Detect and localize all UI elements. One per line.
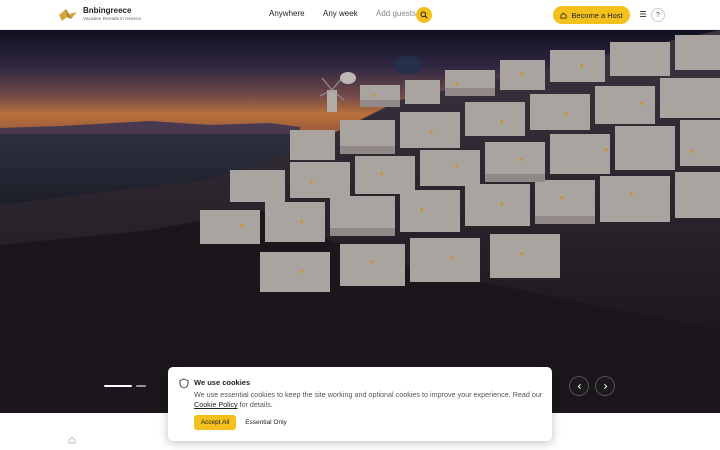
search-icon — [420, 11, 428, 19]
carousel-dot[interactable] — [136, 385, 146, 387]
accept-all-button[interactable]: Accept All — [194, 415, 236, 430]
chevron-right-icon — [603, 383, 607, 389]
menu-icon[interactable] — [639, 10, 647, 18]
cookie-message: We use essential cookies to keep the sit… — [194, 390, 544, 410]
carousel-prev-button[interactable] — [569, 376, 589, 396]
chevron-left-icon — [577, 383, 581, 389]
date-filter[interactable]: Any week — [323, 9, 358, 18]
site-header: Bnbingreece Vacation Rentals in Greece A… — [0, 0, 720, 30]
brand-name[interactable]: Bnbingreece — [83, 6, 131, 15]
santorini-scene — [0, 30, 720, 413]
shield-icon — [179, 378, 189, 389]
hero-image — [0, 30, 720, 413]
cookie-policy-link[interactable]: Cookie Policy — [194, 400, 238, 409]
cookie-text-after: for details. — [237, 400, 273, 409]
carousel-dot-active[interactable] — [104, 385, 132, 387]
location-filter[interactable]: Anywhere — [269, 9, 305, 18]
home-icon — [68, 436, 76, 444]
help-button[interactable]: ? — [651, 8, 665, 22]
home-icon — [560, 12, 567, 19]
cookie-banner: We use cookies We use essential cookies … — [168, 367, 552, 441]
brand-tagline: Vacation Rentals in Greece — [83, 17, 142, 22]
search-button[interactable] — [416, 7, 432, 23]
carousel-next-button[interactable] — [595, 376, 615, 396]
cookie-text-before: We use essential cookies to keep the sit… — [194, 390, 543, 399]
guests-filter[interactable]: Add guests — [376, 9, 416, 18]
cookie-title: We use cookies — [194, 378, 251, 387]
become-host-label: Become a Host — [571, 10, 623, 20]
brand-logo[interactable] — [58, 6, 78, 24]
carousel-indicators — [104, 385, 146, 389]
essential-only-button[interactable]: Essential Only — [241, 415, 291, 430]
become-host-button[interactable]: Become a Host — [553, 6, 630, 24]
